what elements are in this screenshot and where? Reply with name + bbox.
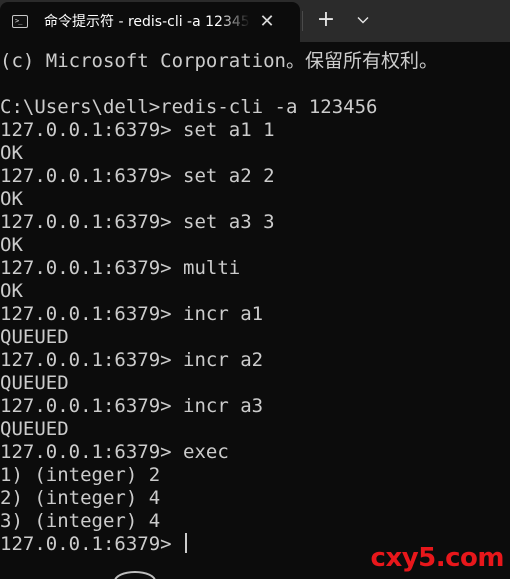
terminal-line: OK xyxy=(0,234,23,256)
new-tab-button[interactable]: + xyxy=(312,8,340,34)
text-cursor xyxy=(185,533,188,553)
terminal-line: QUEUED xyxy=(0,418,69,440)
watermark: cxy5.com xyxy=(370,543,505,573)
terminal-line: OK xyxy=(0,188,23,210)
terminal-line: 2) (integer) 4 xyxy=(0,487,161,509)
terminal-line: QUEUED xyxy=(0,326,69,348)
tab-bar: >_ 命令提示符 - redis-cli -a 123456 ✕ + xyxy=(0,0,510,42)
terminal-output[interactable]: (c) Microsoft Corporation。保留所有权利。 C:\User… xyxy=(0,50,510,579)
terminal-line: 127.0.0.1:6379> incr a3 xyxy=(0,395,264,417)
tab-title: 命令提示符 - redis-cli -a 123456 xyxy=(44,14,250,30)
command-prompt-icon: >_ xyxy=(12,15,28,28)
terminal-line: 127.0.0.1:6379> exec xyxy=(0,441,229,463)
terminal-line: 127.0.0.1:6379> set a1 1 xyxy=(0,119,275,141)
terminal-line: QUEUED xyxy=(0,372,69,394)
terminal-line: 127.0.0.1:6379> incr a2 xyxy=(0,349,264,371)
close-icon[interactable]: ✕ xyxy=(256,11,278,33)
terminal-line: 1) (integer) 2 xyxy=(0,464,161,486)
terminal-line: 3) (integer) 4 xyxy=(0,510,161,532)
terminal-prompt: 127.0.0.1:6379> xyxy=(0,533,184,555)
terminal-line: 127.0.0.1:6379> set a2 2 xyxy=(0,165,275,187)
terminal-line: 127.0.0.1:6379> incr a1 xyxy=(0,303,264,325)
terminal-line: OK xyxy=(0,142,23,164)
terminal-line: 127.0.0.1:6379> set a3 3 xyxy=(0,211,275,233)
tab-command-prompt[interactable]: >_ 命令提示符 - redis-cli -a 123456 ✕ xyxy=(0,2,300,42)
terminal-line: 127.0.0.1:6379> multi xyxy=(0,257,241,279)
terminal-line: (c) Microsoft Corporation。保留所有权利。 xyxy=(0,50,438,72)
terminal-window: >_ 命令提示符 - redis-cli -a 123456 ✕ + (c) M… xyxy=(0,0,510,579)
terminal-line: C:\Users\dell>redis-cli -a 123456 xyxy=(0,96,378,118)
chevron-down-icon[interactable] xyxy=(350,8,376,34)
tab-separator xyxy=(302,11,303,31)
terminal-line: OK xyxy=(0,280,23,302)
